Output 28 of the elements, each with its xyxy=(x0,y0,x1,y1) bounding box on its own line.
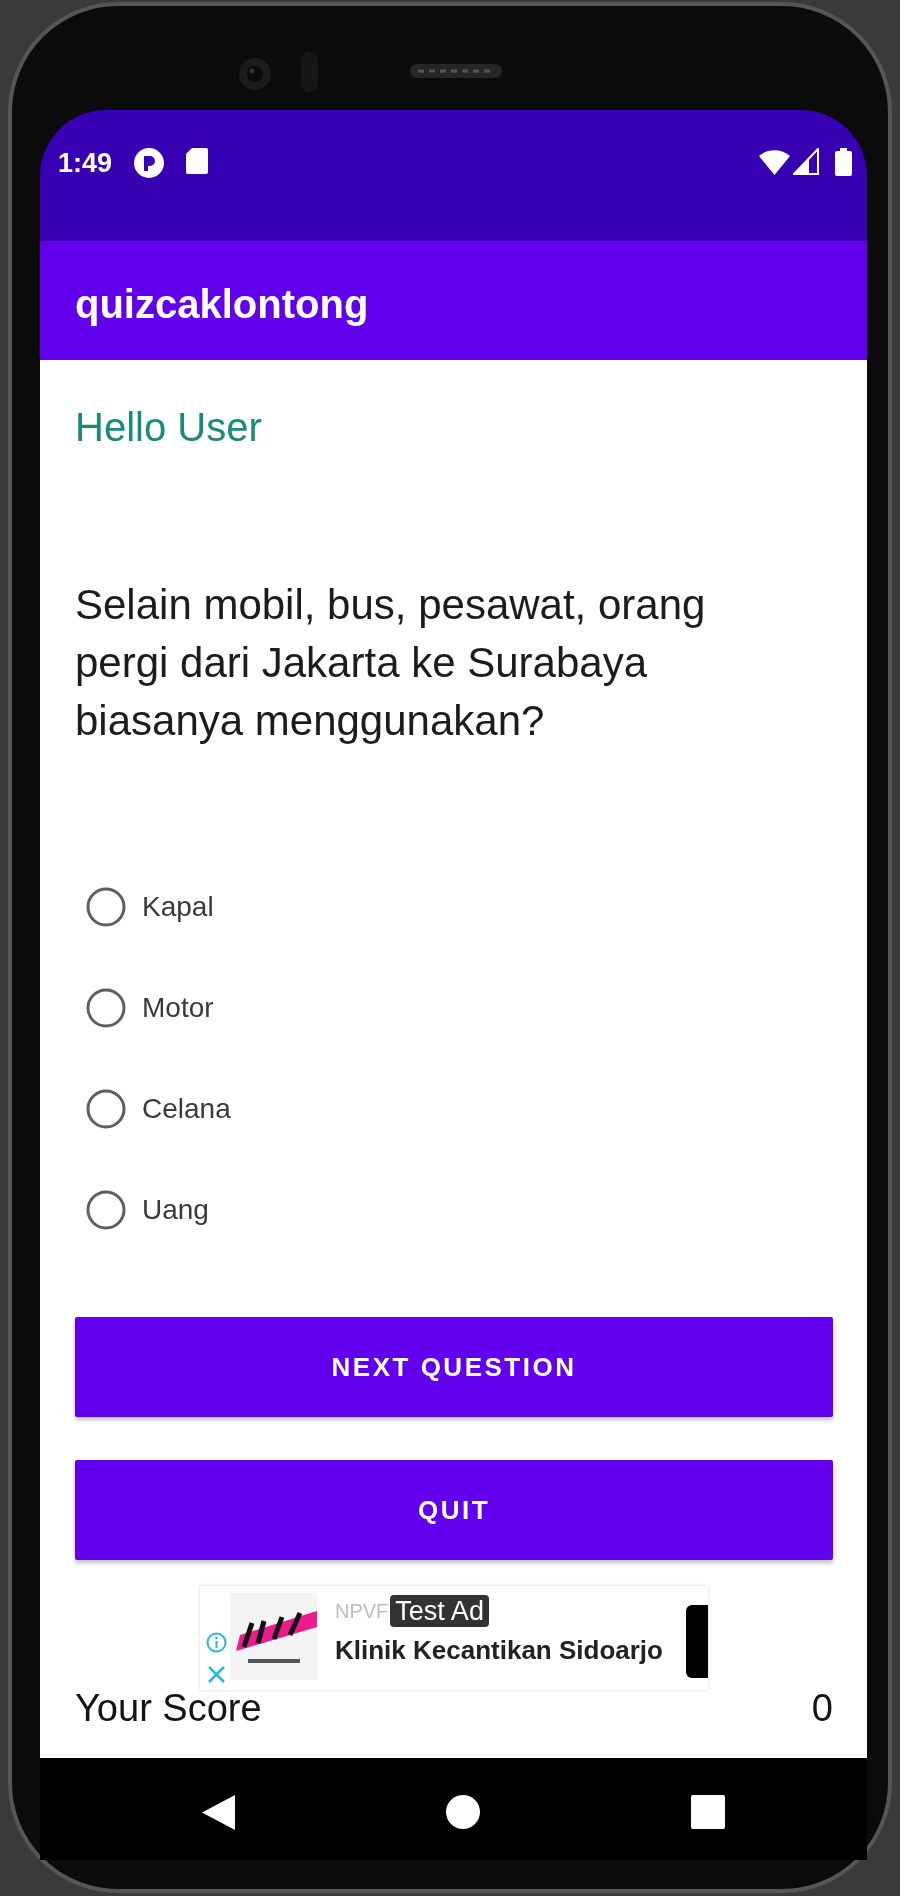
radio-circle-icon[interactable] xyxy=(86,1190,126,1230)
answer-option[interactable]: Motor xyxy=(86,978,214,1038)
camera-icon xyxy=(239,58,271,90)
greeting-text: Hello User xyxy=(75,404,262,451)
app-title: quizcaklontong xyxy=(75,282,369,327)
sd-card-icon xyxy=(186,148,209,174)
answer-option[interactable]: Kapal xyxy=(86,877,214,937)
ad-headline: Klinik Kecantikan Sidoarjo xyxy=(335,1635,664,1665)
circle-status-icon xyxy=(134,148,165,178)
radio-circle-icon[interactable] xyxy=(86,988,126,1028)
question-text: Selain mobil, bus, pesawat, orang pergi dari Jakarta ke Surabaya biasanya menggunakan? xyxy=(75,580,707,746)
test-ad-badge: Test Ad xyxy=(390,1595,489,1627)
radio-circle-icon[interactable] xyxy=(86,1089,126,1129)
next-question-button[interactable]: NEXT QUESTION xyxy=(75,1317,833,1417)
battery-icon xyxy=(834,148,853,176)
answer-option[interactable]: Uang xyxy=(86,1180,209,1240)
wifi-icon xyxy=(759,148,790,175)
speaker-grille-icon xyxy=(410,64,502,78)
home-icon[interactable] xyxy=(446,1795,480,1829)
score-label: Your Score xyxy=(75,1690,262,1726)
advertiser-name: NPVF xyxy=(335,1599,389,1623)
quit-button[interactable]: QUIT xyxy=(75,1460,833,1560)
score-value: 0 xyxy=(811,1690,833,1726)
signal-icon xyxy=(793,148,819,175)
status-time: 1:49 xyxy=(58,148,113,178)
radio-circle-icon[interactable] xyxy=(86,887,126,927)
answer-option[interactable]: Celana xyxy=(86,1079,231,1139)
back-icon[interactable] xyxy=(202,1794,235,1830)
